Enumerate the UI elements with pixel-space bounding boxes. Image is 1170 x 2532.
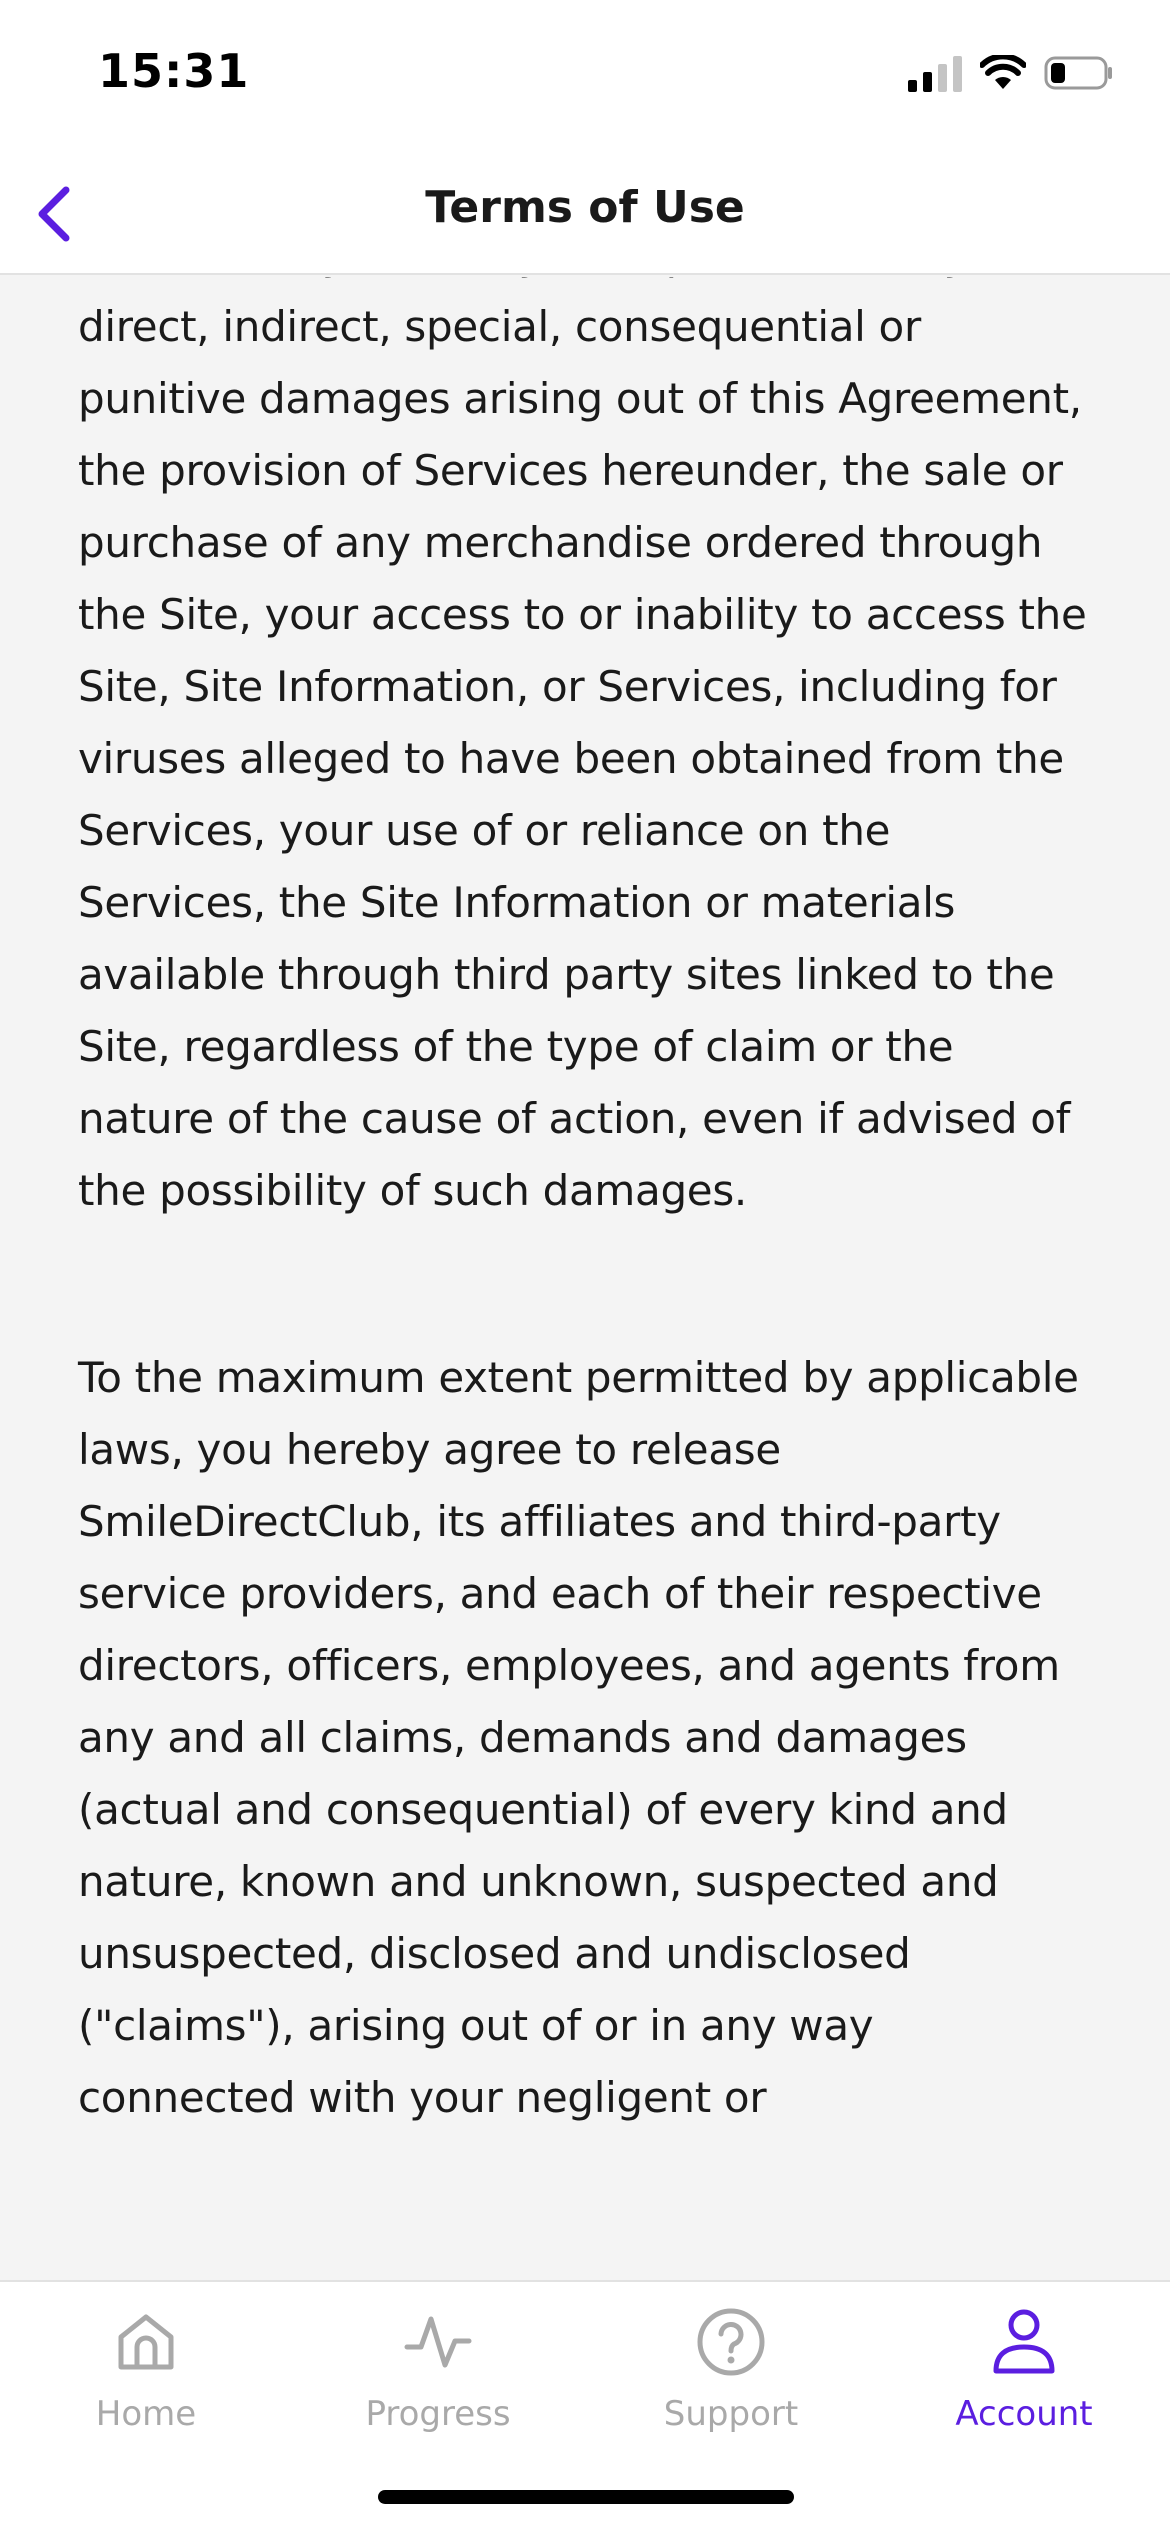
status-icons bbox=[908, 48, 1114, 98]
tab-label: Support bbox=[663, 2394, 799, 2434]
pulse-icon bbox=[398, 2302, 478, 2382]
cellular-signal-icon bbox=[908, 54, 962, 92]
terms-content-scroll[interactable]: be liable to you or any third parties fo… bbox=[0, 277, 1170, 2280]
tab-progress[interactable]: Progress bbox=[292, 2302, 584, 2452]
home-indicator bbox=[378, 2490, 794, 2504]
home-icon bbox=[106, 2302, 186, 2382]
status-bar: 15:31 bbox=[0, 0, 1170, 150]
tab-label: Home bbox=[95, 2394, 197, 2434]
tab-home[interactable]: Home bbox=[0, 2302, 292, 2452]
person-icon bbox=[984, 2302, 1064, 2382]
tab-label: Account bbox=[955, 2394, 1093, 2434]
status-time: 15:31 bbox=[98, 44, 250, 98]
wifi-icon bbox=[980, 55, 1026, 89]
tab-support[interactable]: Support bbox=[585, 2302, 877, 2452]
terms-paragraph: be liable to you or any third parties fo… bbox=[78, 277, 1087, 1215]
page-title: Terms of Use bbox=[425, 182, 745, 233]
terms-paragraph: To the maximum extent permitted by appli… bbox=[78, 1353, 1079, 2122]
terms-content: be liable to you or any third parties fo… bbox=[78, 277, 1088, 2134]
screen: 15:31 Terms of Use be l bbox=[0, 0, 1170, 2532]
nav-header: Terms of Use bbox=[0, 150, 1170, 275]
tab-account[interactable]: Account bbox=[878, 2302, 1170, 2452]
help-circle-icon bbox=[691, 2302, 771, 2382]
tab-label: Progress bbox=[365, 2394, 511, 2434]
battery-icon bbox=[1044, 56, 1112, 90]
